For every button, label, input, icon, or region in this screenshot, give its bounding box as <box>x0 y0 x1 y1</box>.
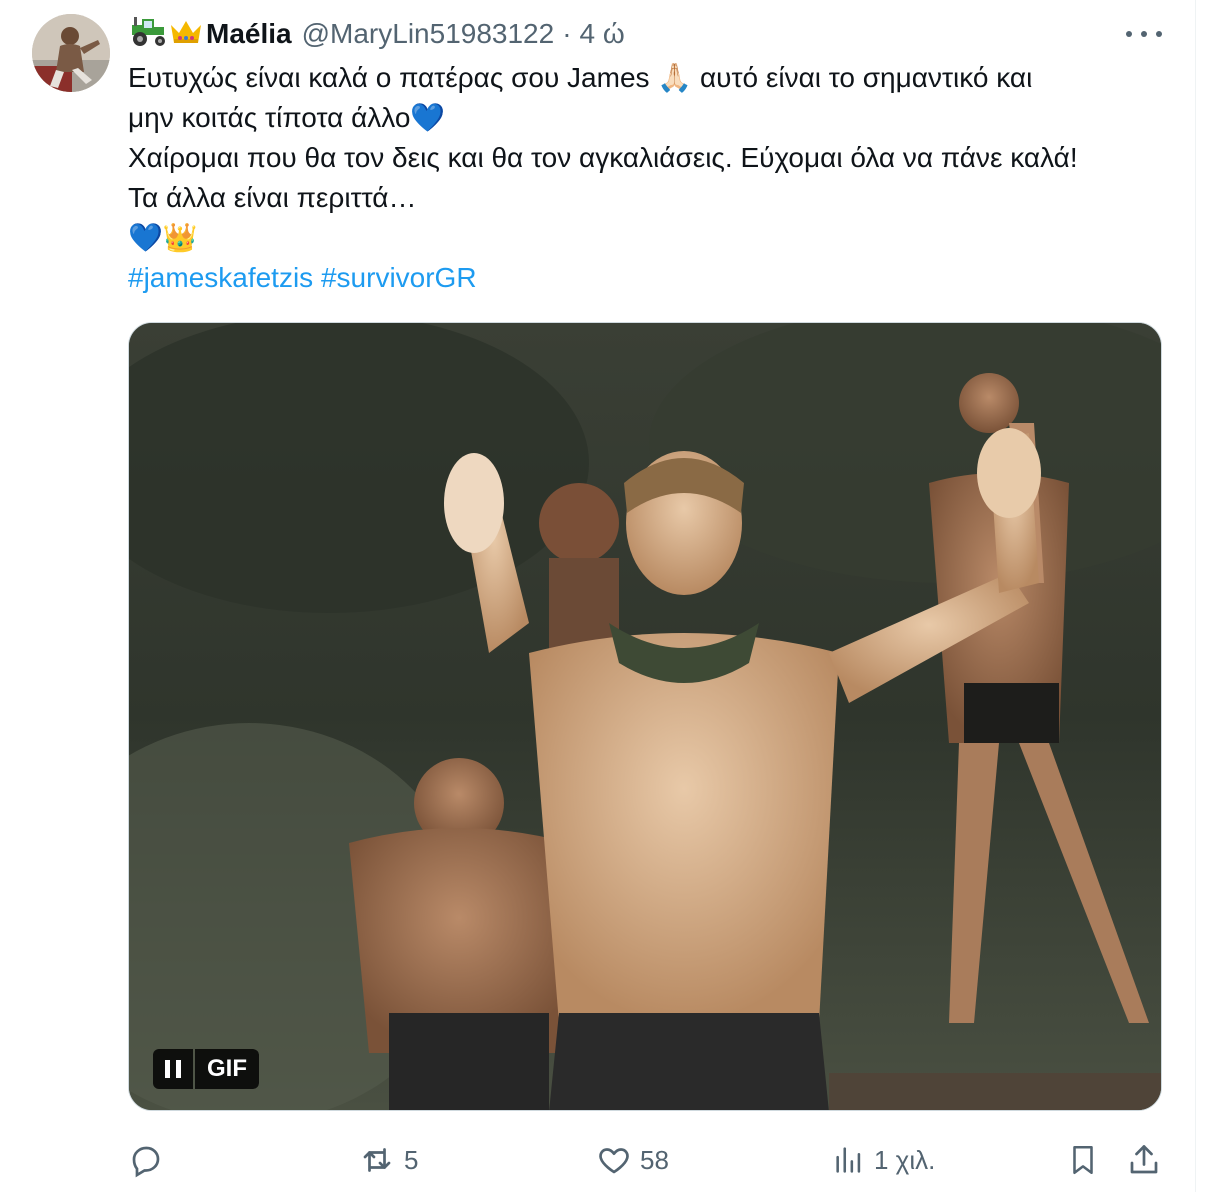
action-bar: 5 58 1 χιλ. <box>0 1138 1196 1182</box>
like-button[interactable]: 58 <box>596 1138 669 1182</box>
tweet-text-line: Ευτυχώς είναι καλά ο πατέρας σου James 🙏… <box>128 62 1033 93</box>
tweet-text-line: μην κοιτάς τίποτα άλλο💙 <box>128 102 446 133</box>
timeline-border <box>1195 0 1196 1192</box>
hashtag-line: #jameskafetzis #survivorGR <box>128 258 1168 298</box>
retweet-count: 5 <box>404 1144 419 1175</box>
hashtag-link[interactable]: #survivorGR <box>321 262 477 293</box>
gif-media[interactable]: GIF <box>128 322 1162 1111</box>
gif-frame-image <box>129 323 1161 1110</box>
share-icon <box>1130 1145 1158 1174</box>
gif-badge: GIF <box>195 1049 259 1089</box>
tweet-text-line: 💙👑 <box>128 222 198 253</box>
retweet-icon <box>363 1148 391 1172</box>
reply-button[interactable] <box>128 1138 172 1182</box>
tweet-header: Maélia @MaryLin51983122 · 4 ώ <box>128 16 625 52</box>
gif-controls: GIF <box>153 1049 259 1089</box>
tweet-text-line: Χαίρομαι που θα τον δεις και θα τον αγκα… <box>128 142 1078 173</box>
tweet-text: Ευτυχώς είναι καλά ο πατέρας σου James 🙏… <box>128 58 1168 298</box>
like-count: 58 <box>640 1144 669 1175</box>
avatar[interactable] <box>32 14 110 92</box>
heart-icon <box>599 1148 629 1174</box>
views-count: 1 χιλ. <box>874 1144 936 1175</box>
reply-icon <box>132 1146 160 1178</box>
hashtag-link[interactable]: #jameskafetzis <box>128 262 313 293</box>
bookmark-button[interactable] <box>1066 1138 1100 1182</box>
separator-dot: · <box>562 18 572 49</box>
tweet-timestamp[interactable]: 4 ώ <box>580 18 625 50</box>
user-handle[interactable]: @MaryLin51983122 <box>302 18 555 50</box>
display-name[interactable]: Maélia <box>206 18 292 50</box>
retweet-button[interactable]: 5 <box>358 1138 418 1182</box>
tractor-emoji-icon <box>128 16 168 52</box>
tweet-text-line: Τα άλλα είναι περιττά… <box>128 182 417 213</box>
pause-icon[interactable] <box>153 1049 193 1089</box>
more-icon[interactable] <box>1126 22 1162 46</box>
views-button[interactable]: 1 χιλ. <box>832 1138 935 1182</box>
share-button[interactable] <box>1126 1138 1162 1182</box>
bookmark-icon <box>1073 1145 1093 1175</box>
crown-emoji-icon <box>168 17 204 52</box>
views-icon <box>836 1147 861 1173</box>
